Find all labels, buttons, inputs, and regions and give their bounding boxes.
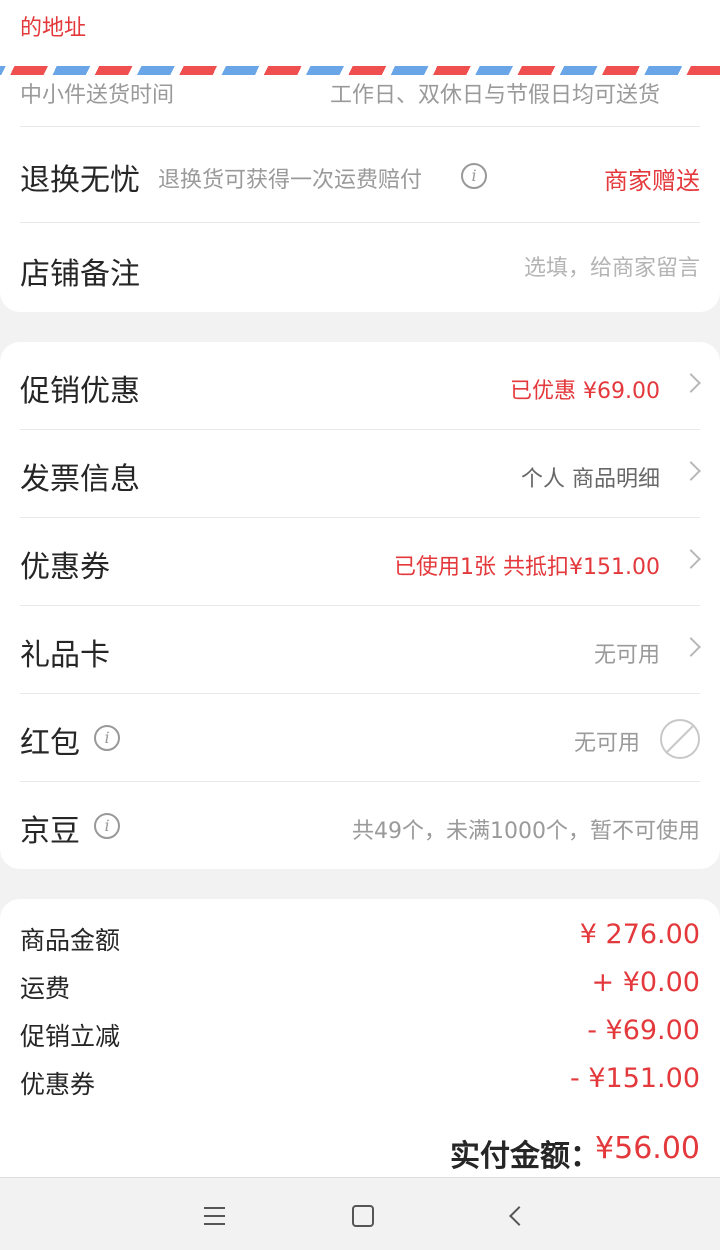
- pay-total-bar: 实付金额： ¥56.00: [0, 1125, 720, 1177]
- address-text: 的地址: [20, 16, 87, 41]
- chevron-right-icon: [681, 549, 701, 569]
- jingdou-row: 京豆 i 共49个，未满1000个，暂不可使用: [20, 782, 700, 870]
- payment-options-card: 促销优惠 已优惠 ¥69.00 发票信息 个人 商品明细 优惠券 已使用1张 共…: [0, 342, 720, 869]
- summary-row: 商品金额 ¥ 276.00: [20, 899, 700, 955]
- menu-icon[interactable]: [194, 1196, 234, 1236]
- info-icon[interactable]: i: [94, 813, 120, 839]
- coupon-row[interactable]: 优惠券 已使用1张 共抵扣¥151.00: [20, 518, 701, 606]
- chevron-right-icon: [681, 637, 701, 657]
- returns-row[interactable]: 退换无忧 退换货可获得一次运费赔付 i 商家赠送: [20, 127, 700, 223]
- redpacket-row: 红包 i 无可用: [20, 694, 700, 782]
- invoice-title: 发票信息: [20, 462, 140, 497]
- delivery-time-value: 工作日、双休日与节假日均可送货: [329, 83, 660, 108]
- summary-value: + ¥0.00: [591, 967, 700, 998]
- redpacket-title: 红包: [20, 726, 80, 761]
- summary-row: 优惠券 - ¥151.00: [20, 1043, 700, 1099]
- redpacket-value: 无可用: [573, 731, 640, 756]
- summary-value: ¥ 276.00: [579, 919, 700, 950]
- shop-options-card: 中小件送货时间 工作日、双休日与节假日均可送货 退换无忧 退换货可获得一次运费赔…: [0, 75, 720, 312]
- coupon-value: 已使用1张 共抵扣¥151.00: [394, 555, 660, 580]
- giftcard-row[interactable]: 礼品卡 无可用: [20, 606, 701, 694]
- returns-gift-label: 商家赠送: [604, 167, 700, 195]
- chevron-right-icon: [681, 373, 701, 393]
- back-icon[interactable]: [496, 1196, 536, 1236]
- shop-note-input[interactable]: [400, 253, 700, 283]
- delivery-time-label: 中小件送货时间: [20, 83, 175, 108]
- address-card[interactable]: 的地址: [0, 0, 720, 68]
- airmail-border: [0, 66, 720, 75]
- returns-title: 退换无忧: [20, 163, 140, 198]
- jingdou-title: 京豆: [20, 814, 80, 849]
- pay-total-label: 实付金额：: [450, 1139, 600, 1174]
- giftcard-title: 礼品卡: [20, 638, 110, 673]
- invoice-value: 个人 商品明细: [521, 467, 660, 492]
- summary-value: - ¥69.00: [587, 1015, 700, 1046]
- jingdou-value: 共49个，未满1000个，暂不可使用: [352, 819, 700, 844]
- delivery-time-row[interactable]: 中小件送货时间 工作日、双休日与节假日均可送货: [20, 75, 700, 127]
- chevron-right-icon: [681, 461, 701, 481]
- shop-note-title: 店铺备注: [20, 257, 140, 292]
- promo-value: 已优惠 ¥69.00: [510, 379, 660, 404]
- giftcard-value: 无可用: [593, 643, 660, 668]
- pay-total-amount: ¥56.00: [595, 1131, 700, 1166]
- promo-row[interactable]: 促销优惠 已优惠 ¥69.00: [20, 342, 701, 430]
- info-icon[interactable]: i: [461, 163, 487, 189]
- shop-note-row: 店铺备注: [20, 223, 700, 311]
- summary-label: 优惠券: [20, 1070, 96, 1099]
- summary-value: - ¥151.00: [570, 1063, 700, 1094]
- info-icon[interactable]: i: [94, 725, 120, 751]
- ban-icon: [660, 719, 700, 759]
- invoice-row[interactable]: 发票信息 个人 商品明细: [20, 430, 701, 518]
- system-nav-bar: [0, 1177, 720, 1250]
- returns-desc: 退换货可获得一次运费赔付: [158, 168, 423, 193]
- home-icon[interactable]: [343, 1196, 383, 1236]
- promo-title: 促销优惠: [20, 374, 140, 409]
- summary-row: 促销立减 - ¥69.00: [20, 995, 700, 1051]
- price-summary-card: 商品金额 ¥ 276.00 运费 + ¥0.00 促销立减 - ¥69.00 优…: [0, 899, 720, 1125]
- summary-row: 运费 + ¥0.00: [20, 947, 700, 1003]
- coupon-title: 优惠券: [20, 550, 110, 585]
